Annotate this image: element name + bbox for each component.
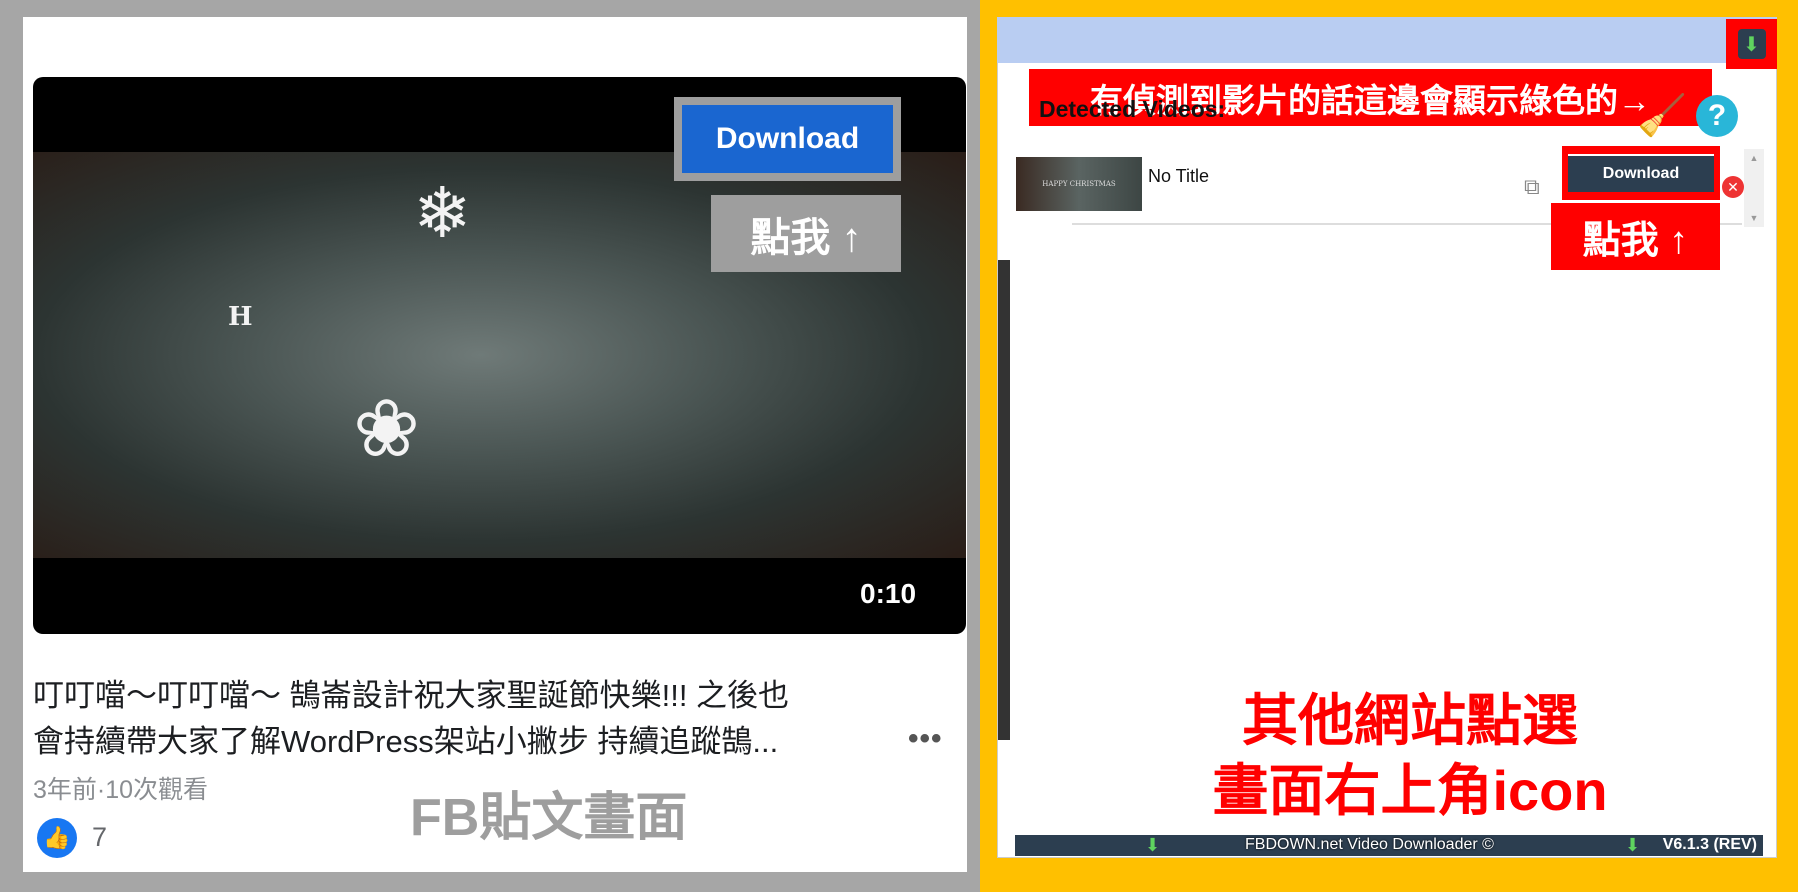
version-label: V6.1.3 (REV) xyxy=(1662,836,1757,853)
close-icon[interactable]: ✕ xyxy=(1722,176,1744,198)
download-button[interactable]: Download xyxy=(682,105,893,173)
post-caption-line: 叮叮噹～叮叮噹～ 鵠崙設計祝大家聖誕節快樂!!! 之後也 xyxy=(33,678,790,713)
browser-toolbar xyxy=(997,17,1777,63)
like-count: 7 xyxy=(92,822,108,852)
extension-download-icon[interactable]: ⬇ xyxy=(1737,29,1766,59)
scroll-up-icon[interactable]: ▲ xyxy=(1750,153,1759,163)
ornament-decoration: ❀ xyxy=(353,382,421,475)
video-thumbnail: HAPPY CHRISTMAS xyxy=(1016,157,1142,211)
download-arrow-icon: ⬇ xyxy=(1625,835,1641,855)
video-overlay-letter: H xyxy=(228,302,253,332)
background-page xyxy=(998,260,1010,740)
click-me-annotation: 點我 ↑ xyxy=(711,195,901,272)
footer-text: FBDOWN.net Video Downloader © xyxy=(1245,836,1494,853)
video-title: No Title xyxy=(1148,166,1210,186)
video-duration: 0:10 xyxy=(860,578,917,609)
detected-videos-title: Detected Videos: xyxy=(1039,96,1226,122)
broom-icon[interactable]: 🧹 xyxy=(1637,92,1687,139)
click-me-annotation: 點我 ↑ xyxy=(1551,203,1720,270)
instruction-text: 其他網站點選 xyxy=(1242,689,1578,752)
scrollbar[interactable]: ▲ ▼ xyxy=(1744,149,1764,227)
fb-panel-label: FB貼文畫面 xyxy=(410,789,688,847)
download-arrow-icon: ⬇ xyxy=(1145,835,1161,855)
more-options-button[interactable]: ••• xyxy=(908,722,943,756)
post-meta: 3年前·10次觀看 xyxy=(33,776,209,804)
download-button-frame: Download xyxy=(674,97,901,181)
instruction-text: 畫面右上角icon xyxy=(1212,759,1608,822)
post-caption-line: 會持續帶大家了解WordPress架站小撇步 持續追蹤鵠... xyxy=(33,724,779,759)
download-button[interactable]: Download xyxy=(1568,154,1714,192)
ornament-decoration: ❄ xyxy=(413,172,472,254)
download-button-frame: Download xyxy=(1562,146,1720,200)
like-icon[interactable]: 👍 xyxy=(37,818,77,858)
scroll-down-icon[interactable]: ▼ xyxy=(1750,213,1759,223)
help-icon[interactable]: ? xyxy=(1696,95,1738,137)
copy-icon[interactable]: ⧉ xyxy=(1524,174,1540,200)
extension-footer: ⬇ FBDOWN.net Video Downloader © ⬇ V6.1.3… xyxy=(1015,835,1763,856)
extension-icon-frame: ⬇ xyxy=(1726,19,1777,69)
